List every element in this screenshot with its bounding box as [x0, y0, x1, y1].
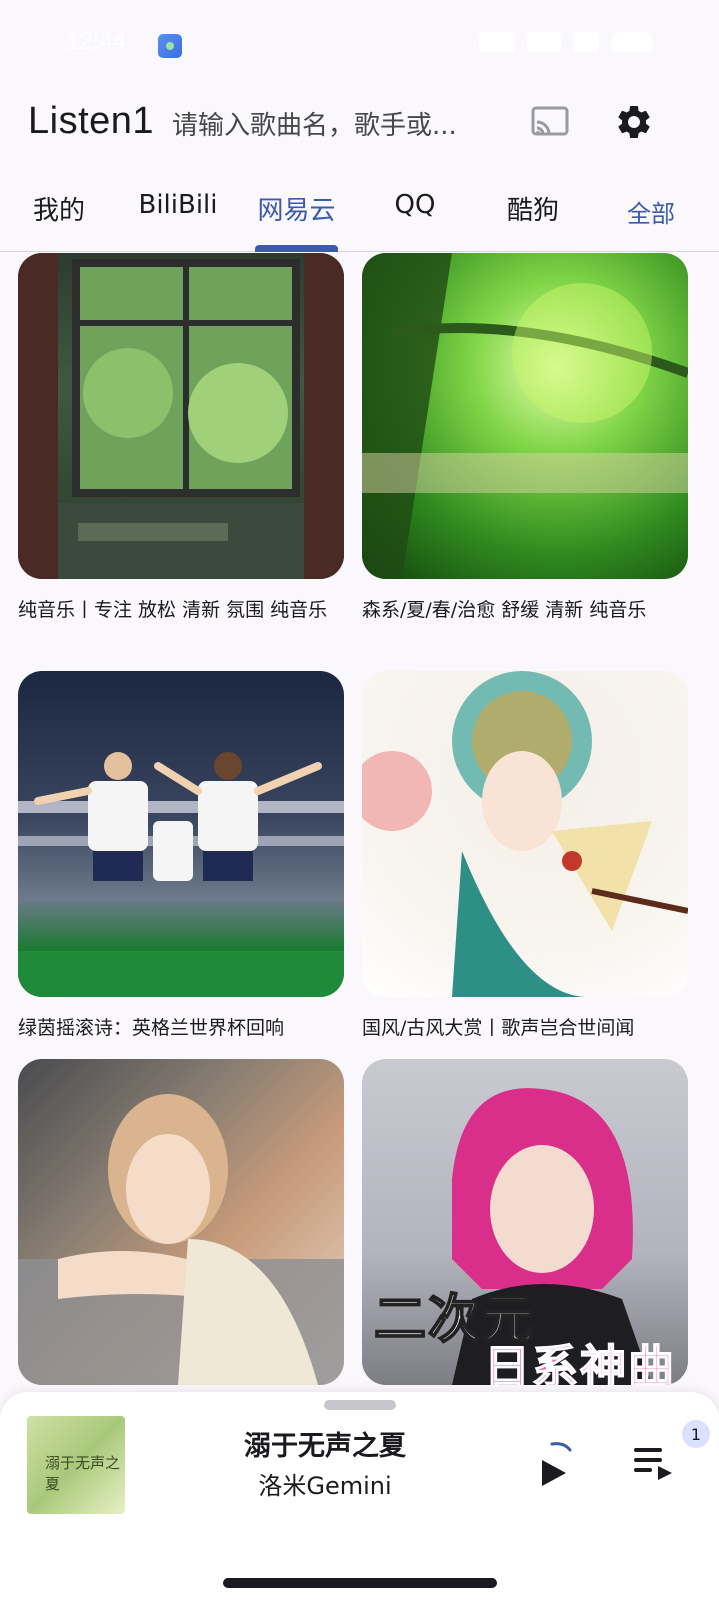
cast-button[interactable] [530, 104, 570, 140]
queue-count-badge: 1 [682, 1420, 710, 1448]
playlist-card[interactable] [18, 1059, 344, 1393]
play-icon [542, 1460, 566, 1486]
tab-qq[interactable]: QQ [380, 190, 450, 250]
football-players-image [18, 752, 344, 997]
vibrate-icon [479, 32, 515, 52]
app-screen: 12:44 Listen1 我的 BiliBili [0, 0, 719, 1600]
settings-button[interactable] [614, 102, 654, 142]
cast-icon [531, 106, 569, 136]
playlist-cover [362, 671, 688, 997]
playlist-queue-button[interactable] [632, 1440, 676, 1484]
battery-icon [611, 32, 653, 52]
playlist-title: 国风/古风大赏丨歌声岂合世间闻 [362, 1017, 635, 1039]
playlist-card[interactable]: 二次元 日系神曲 [362, 1059, 688, 1393]
queue-icon [634, 1448, 672, 1480]
playlist-title: 纯音乐丨专注 放松 清新 氛围 纯音乐 [18, 599, 328, 621]
playlist-card[interactable]: 国风/古风大赏丨歌声岂合世间闻 [362, 671, 688, 1043]
play-button[interactable] [534, 1438, 584, 1488]
player-drag-handle[interactable] [324, 1400, 396, 1410]
search-input[interactable] [172, 106, 502, 146]
status-indicators [479, 32, 653, 52]
portrait-photo-image [18, 1094, 344, 1385]
status-time: 12:44 [66, 28, 127, 55]
loading-arc-icon [550, 1442, 572, 1452]
now-playing-artist: 洛米Gemini [258, 1472, 392, 1500]
now-playing-title: 溺于无声之夏 [244, 1431, 406, 1462]
app-title: Listen1 [28, 100, 155, 142]
playlist-card[interactable]: 纯音乐丨专注 放松 清新 氛围 纯音乐 [18, 253, 344, 625]
top-app-bar: Listen1 [0, 90, 719, 162]
tab-mine[interactable]: 我的 [20, 190, 98, 250]
now-playing-album-art[interactable]: 溺于无声之夏 [27, 1416, 125, 1514]
tab-bilibili[interactable]: BiliBili [132, 190, 224, 250]
playlist-title: 森系/夏/春/治愈 舒缓 清新 纯音乐 [362, 599, 647, 621]
signal-icon [527, 32, 561, 52]
mini-player[interactable]: 溺于无声之夏 溺于无声之夏 洛米Gemini 1 [0, 1392, 719, 1600]
classroom-window-image [18, 253, 344, 579]
all-categories-button[interactable]: 全部 [612, 194, 690, 254]
green-leaves-image [362, 253, 688, 579]
opera-illustration-image [362, 671, 688, 997]
playlist-grid: 纯音乐丨专注 放松 清新 氛围 纯音乐 森系/夏/春/治愈 舒缓 清新 纯音乐 [0, 253, 719, 1393]
source-tabs: 我的 BiliBili 网易云 QQ 酷狗 全部 [0, 188, 719, 252]
playlist-cover: 二次元 日系神曲 [362, 1059, 688, 1385]
tab-indicator [255, 245, 338, 252]
tab-netease[interactable]: 网易云 [255, 190, 338, 250]
playlist-card[interactable]: 森系/夏/春/治愈 舒缓 清新 纯音乐 [362, 253, 688, 625]
gesture-nav-bar[interactable] [223, 1578, 497, 1588]
playlist-title: 绿茵摇滚诗：英格兰世界杯回响 [18, 1017, 285, 1039]
gallery-notification-icon [158, 34, 182, 58]
gear-icon [618, 105, 650, 138]
cover-caption: 日系神曲 [483, 1339, 676, 1385]
playlist-card[interactable]: 绿茵摇滚诗：英格兰世界杯回响 [18, 671, 344, 1043]
playlist-cover [18, 253, 344, 579]
tab-kugou[interactable]: 酷狗 [494, 190, 572, 250]
album-art-caption: 溺于无声之夏 [45, 1454, 121, 1493]
playlist-cover [18, 671, 344, 997]
playlist-cover [362, 253, 688, 579]
playlist-cover [18, 1059, 344, 1385]
wifi-icon [573, 32, 599, 52]
status-bar: 12:44 [0, 0, 719, 90]
